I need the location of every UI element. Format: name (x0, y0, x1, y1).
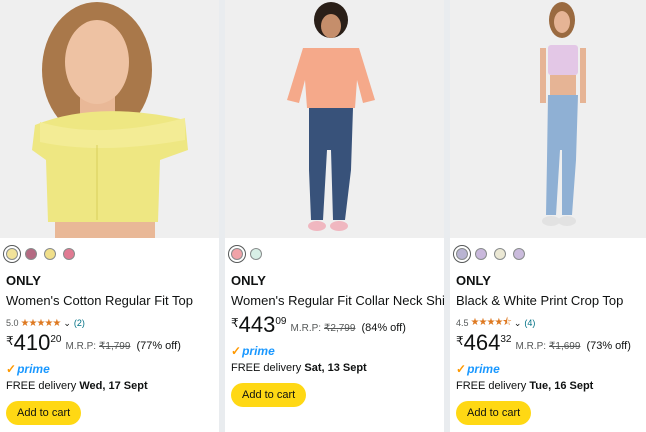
review-count[interactable]: (2) (74, 318, 85, 328)
chevron-down-icon[interactable]: ⌄ (63, 318, 71, 329)
delivery-prefix: FREE delivery (231, 362, 305, 374)
mrp-price: ₹2,799 (324, 323, 356, 334)
product-title[interactable]: Black & White Print Crop Top (450, 289, 646, 311)
color-swatch[interactable] (63, 248, 75, 260)
color-swatch[interactable] (494, 248, 506, 260)
brand-name: ONLY (231, 273, 266, 288)
price-row: ₹ 443 09 M.R.P: ₹2,799 (84% off) (225, 311, 444, 343)
color-swatch[interactable] (6, 248, 18, 260)
add-to-cart-button[interactable]: Add to cart (231, 383, 307, 407)
price-row: ₹ 464 32 M.R.P: ₹1,699 (73% off) (450, 331, 646, 361)
review-count[interactable]: (4) (524, 318, 535, 328)
color-swatch[interactable] (25, 248, 37, 260)
discount-percent: (73% off) (586, 340, 631, 352)
color-swatch[interactable] (44, 248, 56, 260)
star-icons: ★★★★⯪ (470, 316, 512, 328)
product-image[interactable] (450, 0, 646, 238)
add-to-cart-button[interactable]: Add to cart (456, 401, 532, 425)
currency-symbol: ₹ (456, 334, 464, 348)
currency-symbol: ₹ (6, 334, 14, 348)
delivery-prefix: FREE delivery (456, 380, 530, 392)
rating-row[interactable]: 5.0 ★★★★★ ⌄ (2) (0, 311, 219, 331)
mrp-price: ₹1,799 (99, 341, 131, 352)
color-swatch[interactable] (475, 248, 487, 260)
prime-check-icon: ✓ (6, 362, 17, 376)
product-card: ONLY Women's Cotton Regular Fit Top 5.0 … (0, 0, 219, 432)
rating-value: 5.0 (6, 318, 19, 328)
color-swatches (0, 238, 219, 265)
chevron-down-icon[interactable]: ⌄ (514, 318, 522, 329)
price-whole: 443 (238, 312, 276, 337)
price-fraction: 09 (275, 316, 287, 327)
discount-percent: (77% off) (136, 340, 181, 352)
prime-check-icon: ✓ (456, 362, 467, 376)
product-card: ONLY Black & White Print Crop Top 4.5 ★★… (450, 0, 646, 432)
product-image[interactable] (225, 0, 444, 238)
prime-label: prime (17, 362, 50, 376)
delivery-date: Wed, 17 Sept (79, 380, 148, 392)
price-whole: 464 (463, 330, 501, 355)
currency-symbol: ₹ (231, 316, 239, 330)
color-swatch[interactable] (250, 248, 262, 260)
delivery-info: FREE delivery Tue, 16 Sept (450, 377, 646, 397)
price-whole: 410 (13, 330, 51, 355)
product-title[interactable]: Women's Cotton Regular Fit Top (0, 289, 219, 311)
product-image[interactable] (0, 0, 219, 238)
mrp-label: M.R.P: (290, 323, 322, 334)
prime-check-icon: ✓ (231, 344, 242, 358)
delivery-date: Sat, 13 Sept (304, 362, 367, 374)
prime-badge: ✓ prime (0, 361, 219, 377)
prime-label: prime (242, 344, 275, 358)
delivery-info: FREE delivery Sat, 13 Sept (225, 359, 444, 379)
prime-badge: ✓ prime (450, 361, 646, 377)
brand-name: ONLY (456, 273, 491, 288)
delivery-prefix: FREE delivery (6, 380, 80, 392)
price-row: ₹ 410 20 M.R.P: ₹1,799 (77% off) (0, 331, 219, 361)
color-swatch[interactable] (513, 248, 525, 260)
delivery-date: Tue, 16 Sept (529, 380, 594, 392)
rating-row[interactable]: 4.5 ★★★★⯪ ⌄ (4) (450, 311, 646, 331)
product-grid: ONLY Women's Cotton Regular Fit Top 5.0 … (0, 0, 646, 432)
color-swatches (450, 238, 646, 265)
color-swatch[interactable] (231, 248, 243, 260)
mrp-label: M.R.P: (515, 341, 547, 352)
price-fraction: 20 (50, 334, 62, 345)
rating-value: 4.5 (456, 318, 469, 328)
star-icons: ★★★★★ (20, 317, 62, 329)
product-title[interactable]: Women's Regular Fit Collar Neck Shirt (225, 289, 444, 311)
color-swatch[interactable] (456, 248, 468, 260)
brand-name: ONLY (6, 273, 41, 288)
prime-label: prime (467, 362, 500, 376)
prime-badge: ✓ prime (225, 343, 444, 359)
product-card: ONLY Women's Regular Fit Collar Neck Shi… (225, 0, 444, 432)
price-fraction: 32 (500, 334, 512, 345)
mrp-price: ₹1,699 (549, 341, 581, 352)
add-to-cart-button[interactable]: Add to cart (6, 401, 82, 425)
discount-percent: (84% off) (361, 322, 406, 334)
color-swatches (225, 238, 444, 265)
delivery-info: FREE delivery Wed, 17 Sept (0, 377, 219, 397)
mrp-label: M.R.P: (65, 341, 97, 352)
